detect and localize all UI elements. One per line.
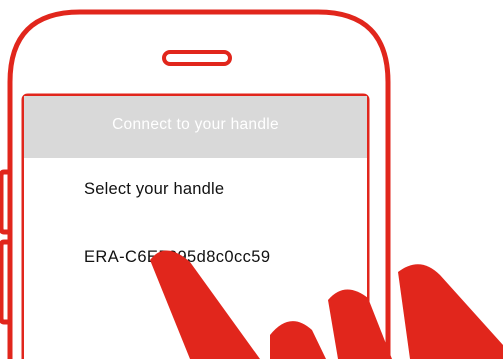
tapping-hand-icon <box>150 250 503 359</box>
illustration: Connect to your handle Select your handl… <box>0 0 503 359</box>
